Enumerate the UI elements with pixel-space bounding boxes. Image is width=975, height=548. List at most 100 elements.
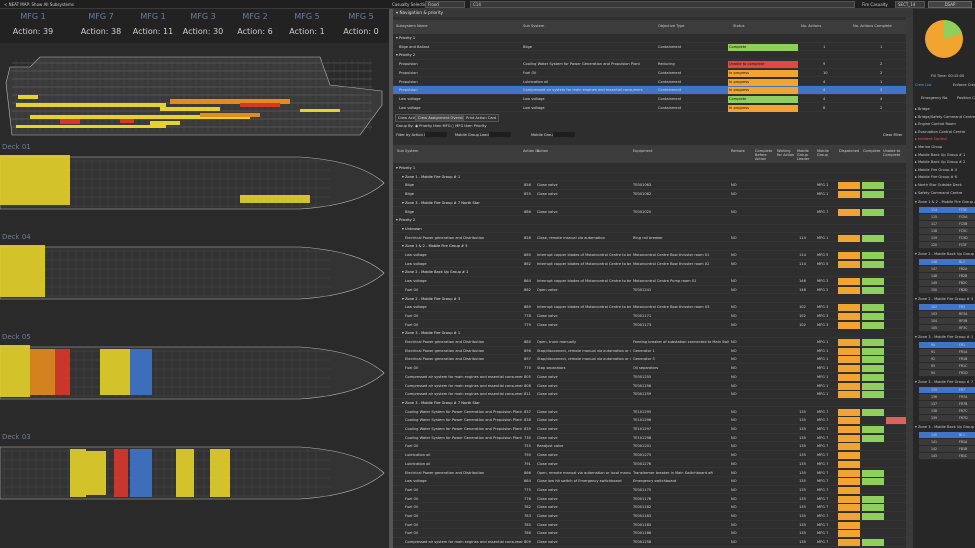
crew-member-row[interactable]: 141 FB1A xyxy=(919,439,975,446)
crew-zone-header[interactable]: ▾ Zone 3 - Mobile Fire Group # 1 xyxy=(915,335,975,339)
filter-action-input[interactable] xyxy=(425,132,447,137)
dispatched-cell[interactable] xyxy=(838,356,860,364)
complete-cell[interactable] xyxy=(862,452,884,459)
dispatched-cell[interactable] xyxy=(838,408,860,416)
crew-group-item[interactable]: ▸ Mobile Back Up Group # 1 xyxy=(915,153,965,157)
nav-row[interactable]: Propulsion Compressed air system for main… xyxy=(393,86,906,95)
deck-plan[interactable]: Deck 01 xyxy=(0,143,385,210)
crew-group-item[interactable]: ▸ Bridge/Safety Command Centre xyxy=(915,115,975,119)
dispatched-cell[interactable] xyxy=(838,530,860,538)
zone-highlight[interactable] xyxy=(200,113,260,117)
crew-member-row[interactable]: 104 RF3B xyxy=(919,318,975,325)
dispatched-cell[interactable] xyxy=(838,417,860,425)
zone-highlight[interactable] xyxy=(240,103,280,107)
unable-cell[interactable] xyxy=(886,278,906,285)
dispatched-cell[interactable] xyxy=(838,347,860,355)
dispatched-cell[interactable] xyxy=(838,539,860,547)
dispatched-cell[interactable] xyxy=(838,391,860,399)
unable-cell[interactable] xyxy=(886,461,906,468)
zone-highlight[interactable] xyxy=(130,349,152,395)
unable-cell[interactable] xyxy=(886,522,906,529)
casualty-select[interactable]: Flood xyxy=(425,1,465,8)
unable-cell[interactable] xyxy=(886,209,906,216)
unable-cell[interactable] xyxy=(886,504,906,511)
zone-highlight[interactable] xyxy=(210,449,230,497)
dispatched-cell[interactable] xyxy=(838,426,860,433)
dispatched-cell[interactable] xyxy=(838,495,860,503)
column-header[interactable]: Action xyxy=(537,149,627,153)
action-row[interactable]: Fuel Oil 775 Close valve TE001175 NO 135 MFG 7 xyxy=(393,486,906,495)
column-header[interactable]: Unable to Complete xyxy=(883,149,901,157)
crew-group-item[interactable]: ▸ Safety Command Centre xyxy=(915,191,962,195)
action-row[interactable]: Fuel Oil 782 Close valve TE001182 NO 135 MFG 7 xyxy=(393,503,906,512)
mfg-counter[interactable]: MFG 3 Action: 30 xyxy=(178,12,228,36)
crew-member-row[interactable]: 136 FR7A xyxy=(919,394,975,401)
complete-cell[interactable] xyxy=(862,530,884,537)
deck-plan[interactable]: Deck 04 xyxy=(0,233,385,300)
zone-highlight[interactable] xyxy=(0,155,70,205)
dispatched-cell[interactable] xyxy=(838,469,860,477)
crew-group-item[interactable]: ▸ Engine Control Room xyxy=(915,122,956,126)
dispatched-cell[interactable] xyxy=(838,443,860,451)
mfg-counter[interactable]: MFG 1 Action: 39 xyxy=(8,12,58,36)
unable-cell[interactable] xyxy=(886,452,906,459)
action-group-row[interactable]: ▾ Priority 2 xyxy=(393,216,906,225)
crew-member-row[interactable]: 142 FB1B xyxy=(919,446,975,453)
zone-highlight[interactable] xyxy=(240,195,310,203)
complete-cell[interactable] xyxy=(862,539,884,547)
unable-cell[interactable] xyxy=(886,391,906,398)
action-row[interactable]: Cooling Water System for Power Generatio… xyxy=(393,425,906,434)
zone-highlight[interactable] xyxy=(86,451,106,495)
complete-cell[interactable] xyxy=(862,260,884,268)
complete-cell[interactable] xyxy=(862,478,884,486)
action-row[interactable]: Fuel Oil 770 Stop separators Oil separators… xyxy=(393,364,906,373)
crew-member-row[interactable]: 94 FR1D xyxy=(919,370,975,377)
action-group-row[interactable]: ▾ Zone 1 & 2 - Mobile Fire Group # 5 xyxy=(393,242,906,251)
complete-cell[interactable] xyxy=(862,469,884,477)
action-group-row[interactable]: ▾ Zone 1 - Mobile Fire Group # 1 xyxy=(393,173,906,182)
nav-row[interactable]: Bilge and Ballast Bilge Containment Complet… xyxy=(393,43,906,52)
action-group-row[interactable]: ▾ Zone 3 - Mobile Fire Group # 7 North S… xyxy=(393,399,906,408)
ship-profile[interactable] xyxy=(5,56,383,136)
complete-cell[interactable] xyxy=(862,321,884,329)
complete-cell[interactable] xyxy=(862,191,884,199)
dispatched-cell[interactable] xyxy=(838,278,860,286)
crew-zone-header[interactable]: ▾ Zone 3 - Mobile Fire Group # 7 xyxy=(915,380,975,384)
column-header[interactable]: No. Actions Complete xyxy=(853,24,892,28)
crew-member-row[interactable]: 147 FB2A xyxy=(919,266,975,273)
crew-group-item[interactable]: ▸ Mobile Fire Group # 6 xyxy=(915,175,957,179)
deck-plan[interactable]: Deck 03 xyxy=(0,433,385,500)
dispatched-cell[interactable] xyxy=(838,460,860,468)
action-row[interactable]: Low voltage 864 Close low hit switch of Em… xyxy=(393,477,906,486)
action-row[interactable]: Fuel Oil 786 Close valve TE001186 NO 135 MFG 7 xyxy=(393,529,906,538)
crew-member-row[interactable]: 118 FC5C xyxy=(919,228,975,235)
dispatched-cell[interactable] xyxy=(838,182,860,190)
zone-highlight[interactable] xyxy=(16,125,166,128)
action-row[interactable]: Fuel Oil 778 Close valve TE001171 NO 102 MFG 3 xyxy=(393,312,906,321)
group-leader-input[interactable] xyxy=(489,132,511,137)
action-row[interactable]: Compressed air system for main engines a… xyxy=(393,373,906,382)
zone-highlight[interactable] xyxy=(120,119,134,123)
zone-highlight[interactable] xyxy=(18,95,38,99)
complete-cell[interactable] xyxy=(862,417,884,424)
zone-highlight[interactable] xyxy=(130,449,152,497)
zone-highlight[interactable] xyxy=(100,349,130,395)
action-row[interactable]: Fuel Oil 862 Open valve TE001241 NO 146 MFG 2 xyxy=(393,286,906,295)
casualty-search-input[interactable]: C14 xyxy=(470,1,855,8)
mobile-group-input[interactable] xyxy=(553,132,575,137)
complete-cell[interactable] xyxy=(862,487,884,494)
unable-cell[interactable] xyxy=(886,530,906,537)
col-position-code[interactable]: Position Code xyxy=(957,96,975,100)
action-group-row[interactable]: ▾ Zone 2 - Mobile Back Up Group # 2 xyxy=(393,268,906,277)
mfg-counter[interactable]: MFG 7 Action: 38 xyxy=(76,12,126,36)
crew-member-row[interactable]: 91 FR1A xyxy=(919,349,975,356)
unable-cell[interactable] xyxy=(886,417,906,425)
unable-cell[interactable] xyxy=(886,348,906,355)
zone-highlight[interactable] xyxy=(16,103,166,107)
unable-cell[interactable] xyxy=(886,235,906,242)
action-row[interactable]: Bilge 855 Close valve TE001062 NO MFG 1 xyxy=(393,190,906,199)
complete-cell[interactable] xyxy=(862,312,884,320)
crew-group-item[interactable]: ▸ Mobile Back Up Group # 2 xyxy=(915,160,965,164)
zone-highlight[interactable] xyxy=(160,107,220,111)
complete-cell[interactable] xyxy=(862,365,884,373)
